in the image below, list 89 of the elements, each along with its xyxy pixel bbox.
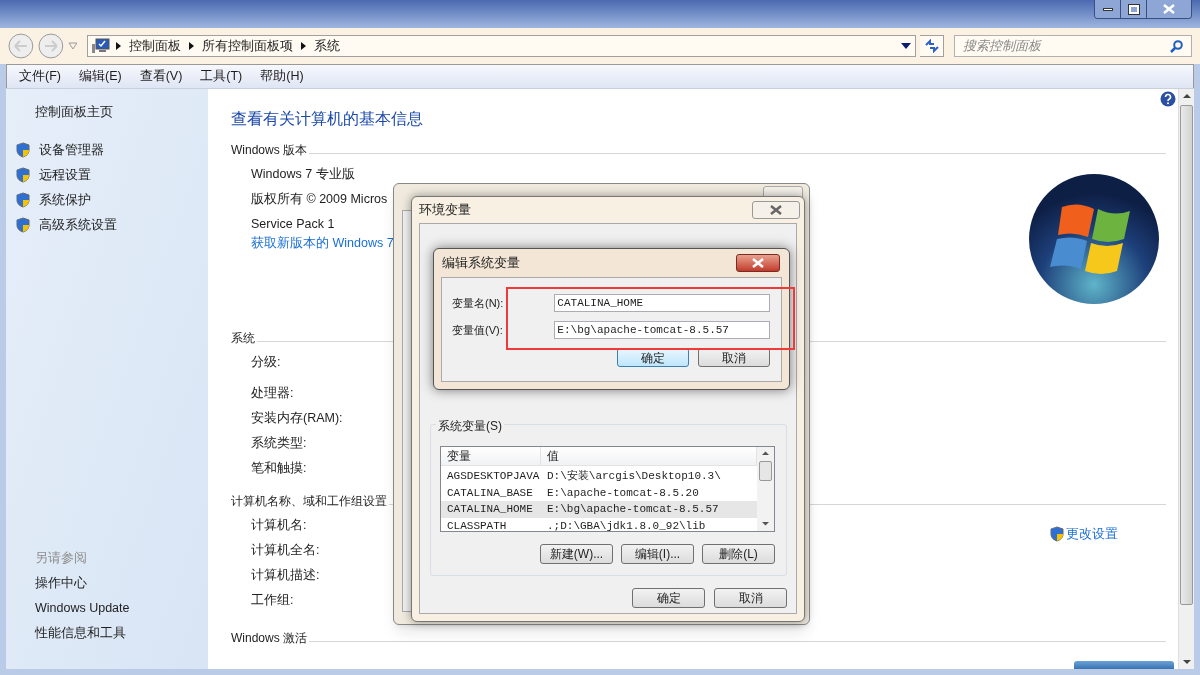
- variable-list[interactable]: 变量 值 AGSDESKTOPJAVA D:\安装\arcgis\Desktop10.3\ CATALINA_BASE E:\apache-tomcat-8.5.20 CATALINA_HOME E:\bg\apache-tomcat-8.5.57 CLASSPATH .;D:\GBA\jdk1.8.0_92\lib: [440, 446, 775, 532]
- field-label: 变量值(V):: [452, 322, 504, 338]
- sidebar-heading: 另请参阅: [35, 550, 87, 567]
- table-row[interactable]: AGSDESKTOPJAVA D:\安装\arcgis\Desktop10.3\: [441, 468, 757, 485]
- button[interactable]: 取消: [714, 588, 787, 608]
- sidebar-link[interactable]: 系统保护: [39, 190, 91, 210]
- input-field[interactable]: E:\bg\apache-tomcat-8.5.57: [554, 321, 770, 339]
- chevron-icon: [301, 42, 307, 50]
- info-label: 安装内存(RAM):: [251, 410, 343, 427]
- shield-icon: [16, 167, 30, 184]
- sidebar-link[interactable]: 高级系统设置: [39, 215, 117, 235]
- info-label: 计算机名:: [251, 517, 307, 534]
- shield-icon: [1050, 526, 1064, 543]
- menu-item[interactable]: 文件(F): [17, 67, 63, 86]
- shield-icon: [16, 217, 30, 234]
- breadcrumb[interactable]: 所有控制面板项: [202, 36, 294, 56]
- info-label: 计算机描述:: [251, 567, 320, 584]
- info-label: Windows 7 专业版: [251, 166, 355, 183]
- section-heading: Windows 激活: [231, 630, 307, 647]
- shield-icon: [16, 142, 30, 159]
- info-label: 系统类型:: [251, 435, 307, 452]
- button[interactable]: 编辑(I)...: [621, 544, 694, 564]
- table-cell-text: .;D:\GBA\jdk1.8.0_92\lib: [546, 518, 707, 531]
- button[interactable]: 新建(W)...: [540, 544, 613, 564]
- section-heading: Windows 版本: [231, 142, 307, 159]
- minimize-icon: [1102, 7, 1113, 11]
- search-icon[interactable]: [1170, 39, 1183, 53]
- info-label: 处理器:: [251, 385, 294, 402]
- info-label: 版权所有 © 2009 Micros: [251, 191, 388, 208]
- info-label: Service Pack 1: [251, 216, 335, 233]
- sidebar-link[interactable]: Windows Update: [35, 599, 130, 624]
- table-cell-text: CLASSPATH: [446, 518, 508, 531]
- breadcrumb[interactable]: 控制面板: [129, 36, 182, 56]
- info-label: 分级:: [251, 354, 281, 371]
- sidebar-link[interactable]: 设备管理器: [39, 140, 104, 160]
- sidebar-link[interactable]: 远程设置: [39, 165, 91, 185]
- info-label: 笔和触摸:: [251, 460, 307, 477]
- computer-icon: [92, 38, 111, 54]
- dialog-title: 编辑系统变量: [442, 254, 520, 272]
- dialog-title: 环境变量: [419, 201, 471, 219]
- chevron-icon: [189, 42, 195, 50]
- button[interactable]: 确定: [632, 588, 705, 608]
- info-label: 计算机全名:: [251, 542, 320, 559]
- close-icon: [752, 258, 764, 268]
- table-cell-text: CATALINA_BASE: [446, 485, 534, 501]
- link[interactable]: 获取新版本的 Windows 7: [251, 234, 394, 259]
- search-field[interactable]: 搜索控制面板: [953, 35, 1192, 57]
- sidebar-link[interactable]: 操作中心: [35, 574, 87, 599]
- table-cell-text: D:\安装\arcgis\Desktop10.3\: [546, 469, 722, 484]
- close-icon: [1163, 4, 1175, 14]
- search-placeholder: 搜索控制面板: [962, 37, 1043, 56]
- refresh-button[interactable]: [920, 35, 944, 57]
- button[interactable]: 删除(L): [702, 544, 775, 564]
- dropdown-icon[interactable]: [901, 43, 912, 49]
- table-cell-text: E:\apache-tomcat-8.5.20: [546, 485, 700, 501]
- menu-item[interactable]: 帮助(H): [258, 67, 306, 86]
- table-row[interactable]: CLASSPATH .;D:\GBA\jdk1.8.0_92\lib: [441, 517, 757, 531]
- maximize-button[interactable]: [1121, 0, 1147, 18]
- section-heading: 系统: [231, 330, 255, 347]
- link[interactable]: 更改设置: [1066, 525, 1118, 544]
- menu-item[interactable]: 编辑(E): [76, 67, 124, 86]
- field-label: 变量名(N):: [452, 295, 505, 311]
- page-title: 查看有关计算机的基本信息: [231, 109, 424, 129]
- menu-item[interactable]: 查看(V): [137, 67, 185, 86]
- table-row[interactable]: CATALINA_BASE E:\apache-tomcat-8.5.20: [441, 484, 757, 501]
- table-cell-text: E:\bg\apache-tomcat-8.5.57: [546, 502, 720, 517]
- sidebar-link[interactable]: 控制面板主页: [35, 103, 113, 122]
- shield-icon: [16, 192, 30, 209]
- table-cell-text: CATALINA_HOME: [446, 502, 534, 517]
- info-label: 工作组:: [251, 592, 294, 609]
- breadcrumb[interactable]: 系统: [314, 36, 341, 56]
- table-row[interactable]: CATALINA_HOME E:\bg\apache-tomcat-8.5.57: [441, 501, 757, 518]
- sidebar-link[interactable]: 性能信息和工具: [35, 624, 126, 649]
- minimize-button[interactable]: [1095, 0, 1121, 18]
- chevron-icon: [116, 42, 122, 50]
- menu-item[interactable]: 工具(T): [198, 67, 245, 86]
- section-heading: 计算机名称、域和工作组设置: [231, 493, 387, 510]
- group-label: 系统变量(S): [436, 417, 504, 435]
- scrollbar-thumb[interactable]: [759, 461, 772, 481]
- help-icon[interactable]: [1160, 91, 1176, 107]
- close-button[interactable]: [736, 254, 780, 272]
- close-button[interactable]: [752, 201, 800, 219]
- scrollbar-thumb[interactable]: [1180, 105, 1193, 605]
- maximize-icon: [1128, 4, 1139, 14]
- input-field[interactable]: CATALINA_HOME: [554, 294, 770, 312]
- address-bar[interactable]: 控制面板 所有控制面板项 系统: [87, 35, 917, 57]
- table-cell-text: AGSDESKTOPJAVA: [446, 469, 541, 484]
- column-header[interactable]: 变量: [441, 447, 541, 465]
- close-icon: [770, 205, 782, 215]
